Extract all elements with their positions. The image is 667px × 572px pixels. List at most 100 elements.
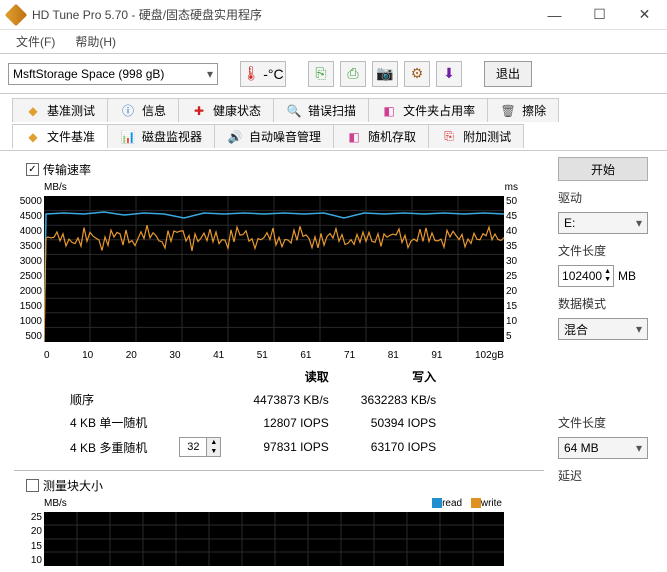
block-size-chart: MB/s read write 25201510 [14, 496, 524, 566]
y-axis-left: 500045004000350030002500200015001000500 [14, 196, 42, 342]
chevron-down-icon [636, 322, 642, 336]
legend-swatch-write [471, 498, 481, 508]
x-axis: 0102030415161718191102gB [14, 350, 524, 361]
mode-select[interactable]: 混合 [558, 318, 648, 340]
transfer-rate-label: 传输速率 [43, 161, 91, 178]
menu-file[interactable]: 文件(F) [6, 33, 65, 50]
blocksize-select[interactable]: 64 MB [558, 437, 648, 459]
results-table: 读取 写入 顺序 4473873 KB/s 3632283 KB/s 4 KB … [54, 365, 544, 460]
block-size-checkbox[interactable] [26, 479, 39, 492]
spin-down[interactable]: ▼ [207, 447, 220, 456]
tab-row-1: ◆ 基准测试 ⓘ信息 ✚ 健康状态 🔍错误扫描 ◧ 文件夹占用率 🗑 擦除 [0, 94, 667, 124]
filelen-value[interactable]: 102400▲▼ [558, 265, 614, 287]
filelen-label: 文件长度 [558, 242, 653, 259]
minimize-button[interactable]: — [532, 0, 577, 30]
gear-icon: ⚙ [411, 65, 424, 82]
exit-button[interactable]: 退出 [484, 61, 532, 87]
tab-error-scan[interactable]: 🔍错误扫描 [273, 98, 369, 122]
filelen-unit: MB [618, 269, 636, 283]
random-icon: ◧ [346, 129, 362, 145]
download-icon: ⬇ [443, 65, 455, 82]
col-read: 读取 [237, 365, 344, 388]
drive-letter-select[interactable]: E: [558, 212, 648, 234]
maximize-button[interactable]: ☐ [577, 0, 622, 30]
tab-folder-usage[interactable]: ◧ 文件夹占用率 [368, 98, 488, 122]
temperature-indicator: 🌡 -°C [240, 61, 286, 87]
tab-file-benchmark[interactable]: ◆文件基准 [12, 124, 108, 148]
drive-select-value: MsftStorage Space (998 gB) [13, 67, 164, 81]
start-button[interactable]: 开始 [558, 157, 648, 181]
tab-label: 文件夹占用率 [403, 102, 475, 119]
mode-label: 数据模式 [558, 295, 653, 312]
menu-help[interactable]: 帮助(H) [65, 33, 126, 50]
transfer-rate-check-row: ✓ 传输速率 [26, 161, 544, 178]
chevron-down-icon [207, 67, 213, 81]
tab-disk-monitor[interactable]: 📊 磁盘监视器 [107, 124, 215, 148]
y-axis-right: 5045403530252015105 [506, 196, 524, 342]
erase-icon: 🗑 [500, 103, 516, 119]
main-column: ✓ 传输速率 MB/s ms 5000450040003500300025002… [14, 157, 544, 566]
copy-icon: ⎘ [315, 65, 326, 82]
col-write: 写入 [345, 365, 452, 388]
tab-label: 基准测试 [47, 102, 95, 119]
table-row: 顺序 4473873 KB/s 3632283 KB/s [54, 388, 452, 411]
tab-health[interactable]: ✚ 健康状态 [178, 98, 274, 122]
drive-select[interactable]: MsftStorage Space (998 gB) [8, 63, 218, 85]
health-icon: ✚ [191, 103, 207, 119]
tab-label: 擦除 [522, 102, 546, 119]
monitor-icon: 📊 [120, 129, 136, 145]
chart2-legend: read write [426, 498, 502, 509]
save-button[interactable]: ⬇ [436, 61, 462, 87]
copy-button[interactable]: ⎘ [308, 61, 334, 87]
camera-icon: 📷 [376, 65, 393, 82]
tab-label: 附加测试 [463, 128, 511, 145]
drive-label: 驱动 [558, 189, 653, 206]
tab-info[interactable]: ⓘ信息 [107, 98, 179, 122]
legend-swatch-read [432, 498, 442, 508]
menubar: 文件(F) 帮助(H) [0, 30, 667, 54]
tab-random-access[interactable]: ◧ 随机存取 [333, 124, 429, 148]
transfer-rate-chart: MB/s ms 50004500400035003000250020001500… [14, 180, 524, 350]
delay-label: 延迟 [558, 467, 653, 484]
folder-icon: ◧ [381, 103, 397, 119]
block-size-label: 测量块大小 [43, 477, 103, 494]
benchmark-icon: ◆ [25, 103, 41, 119]
tab-extra-tests[interactable]: ⎘ 附加测试 [428, 124, 524, 148]
sound-icon: 🔊 [227, 129, 243, 145]
content-area: ✓ 传输速率 MB/s ms 5000450040003500300025002… [0, 150, 667, 572]
settings-button[interactable]: ⚙ [404, 61, 430, 87]
table-row: 4 KB 多重随机 ▲▼ 97831 IOPS 63170 IOPS [54, 434, 452, 460]
scan-icon: 🔍 [286, 103, 302, 119]
tab-aam[interactable]: 🔊自动噪音管理 [214, 124, 334, 148]
chart-unit-right: ms [505, 182, 518, 193]
tab-label: 磁盘监视器 [142, 128, 202, 145]
table-row: 4 KB 单一随机 12807 IOPS 50394 IOPS [54, 411, 452, 434]
chart-unit-left: MB/s [44, 182, 67, 193]
chevron-down-icon [636, 216, 642, 230]
extra-icon: ⎘ [441, 129, 457, 145]
chevron-down-icon [636, 441, 642, 455]
titlebar: HD Tune Pro 5.70 - 硬盘/固态硬盘实用程序 — ☐ ✕ [0, 0, 667, 30]
tab-benchmark[interactable]: ◆ 基准测试 [12, 98, 108, 122]
window-title: HD Tune Pro 5.70 - 硬盘/固态硬盘实用程序 [32, 6, 532, 23]
thermometer-icon: 🌡 [242, 65, 260, 82]
temperature-value: -°C [263, 66, 283, 82]
close-button[interactable]: ✕ [622, 0, 667, 30]
tab-label: 随机存取 [368, 128, 416, 145]
info-icon: ⓘ [120, 103, 136, 119]
tab-label: 健康状态 [213, 102, 261, 119]
queue-depth-spin[interactable]: ▲▼ [179, 437, 221, 457]
transfer-rate-checkbox[interactable]: ✓ [26, 163, 39, 176]
toolbar: MsftStorage Space (998 gB) 🌡 -°C ⎘ ⎙ 📷 ⚙… [0, 54, 667, 94]
file-icon: ◆ [25, 129, 41, 145]
paste-button[interactable]: ⎙ [340, 61, 366, 87]
chart2-plot-area [44, 512, 504, 566]
chart-plot-area [44, 196, 504, 342]
filelen-row: 102400▲▼ MB [558, 265, 653, 287]
queue-depth-input[interactable] [180, 440, 206, 454]
tab-erase[interactable]: 🗑 擦除 [487, 98, 559, 122]
divider [14, 470, 544, 471]
screenshot-button[interactable]: 📷 [372, 61, 398, 87]
block-size-check-row: 测量块大小 [26, 477, 544, 494]
spin-up[interactable]: ▲ [207, 438, 220, 447]
